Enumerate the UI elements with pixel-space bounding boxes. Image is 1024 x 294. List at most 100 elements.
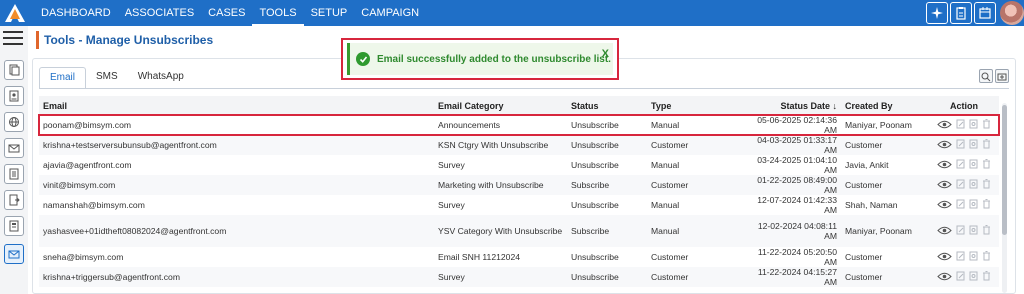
delete-icon[interactable] (982, 251, 991, 263)
view-icon[interactable] (937, 272, 952, 283)
tab-whatsapp[interactable]: WhatsApp (128, 67, 194, 89)
header-type[interactable]: Type (647, 96, 749, 115)
sparkle-icon[interactable] (926, 2, 948, 24)
cell-status: Unsubscribe (571, 120, 619, 130)
nav-cases[interactable]: CASES (201, 0, 252, 26)
table-row[interactable]: namanshah@bimsym.com Survey Unsubscribe Man… (39, 195, 999, 215)
document-icon[interactable] (4, 164, 24, 184)
header-status-date[interactable]: Status Date ↓ (749, 96, 841, 115)
header-created-by[interactable]: Created By (841, 96, 929, 115)
globe-icon[interactable] (4, 112, 24, 132)
history-icon[interactable] (969, 159, 978, 171)
tab-email[interactable]: Email (39, 67, 87, 89)
header-status[interactable]: Status (567, 96, 647, 115)
cell-created-by: Customer (845, 252, 883, 262)
history-icon[interactable] (969, 179, 978, 191)
cell-status-date: 03-24-2025 01:04:10 AM (757, 155, 837, 175)
header-email[interactable]: Email (39, 96, 434, 115)
form-document-icon[interactable] (4, 216, 24, 236)
cell-email-category: Survey (438, 200, 465, 210)
table-row[interactable]: ajavia@agentfront.com Survey Unsubscribe Ma… (39, 155, 999, 175)
documents-icon[interactable] (4, 60, 24, 80)
history-icon[interactable] (969, 139, 978, 151)
delete-icon[interactable] (982, 225, 991, 237)
history-icon[interactable] (969, 251, 978, 263)
mail-icon[interactable] (4, 138, 24, 158)
hamburger-menu-icon[interactable] (3, 31, 23, 47)
channel-tabs: Email SMS WhatsApp (39, 67, 194, 89)
edit-icon[interactable] (956, 179, 965, 191)
add-unsubscribe-icon[interactable] (995, 69, 1009, 83)
view-icon[interactable] (937, 226, 952, 237)
delete-icon[interactable] (982, 139, 991, 151)
cell-status: Unsubscribe (571, 160, 619, 170)
delete-icon[interactable] (982, 159, 991, 171)
history-icon[interactable] (969, 271, 978, 283)
cell-email-category: Survey (434, 267, 567, 287)
tab-divider (39, 88, 1009, 89)
scrollbar-thumb[interactable] (1002, 105, 1007, 235)
cell-created-by: Shah, Naman (845, 200, 898, 210)
cell-status: Unsubscribe (567, 267, 647, 287)
table-row[interactable]: poonam@bimsym.com Announcements Unsubscrib… (38, 114, 1000, 136)
table-row[interactable]: yashasvee+01idtheft08082024@agentfront.c… (39, 215, 999, 247)
app-logo-icon[interactable] (4, 3, 26, 23)
delete-icon[interactable] (982, 271, 991, 283)
header-email-category[interactable]: Email Category (434, 96, 567, 115)
nav-tools[interactable]: TOOLS (252, 0, 304, 26)
edit-icon[interactable] (956, 159, 965, 171)
page-title: Tools - Manage Unsubscribes (44, 33, 214, 47)
content-panel: Email SMS WhatsApp Email Email Category … (32, 58, 1016, 294)
table-row[interactable]: krishna+triggersub@agentfront.com Survey U… (39, 267, 999, 287)
table-scrollbar[interactable] (1002, 103, 1007, 293)
cell-actions (929, 247, 999, 267)
cell-status-date: 12-02-2024 04:08:11 AM (749, 215, 841, 247)
delete-icon[interactable] (982, 199, 991, 211)
clipboard-icon[interactable] (950, 2, 972, 24)
history-icon[interactable] (969, 199, 978, 211)
cell-email: poonam@bimsym.com (43, 120, 132, 130)
history-icon[interactable] (969, 225, 978, 237)
edit-icon[interactable] (956, 251, 965, 263)
view-icon[interactable] (937, 180, 952, 191)
edit-icon[interactable] (956, 225, 965, 237)
table-row[interactable]: vinit@bimsym.com Marketing with Unsubscri… (39, 175, 999, 195)
cell-type: Manual (651, 200, 680, 210)
export-document-icon[interactable] (4, 190, 24, 210)
edit-icon[interactable] (956, 199, 965, 211)
view-icon[interactable] (937, 120, 952, 131)
nav-associates[interactable]: ASSOCIATES (118, 0, 201, 26)
nav-campaign[interactable]: CAMPAIGN (354, 0, 426, 26)
table-row[interactable]: krishna+testserversubunsub@agentfront.co… (39, 135, 999, 155)
view-icon[interactable] (937, 200, 952, 211)
nav-dashboard[interactable]: DASHBOARD (34, 0, 118, 26)
calendar-icon[interactable] (974, 2, 996, 24)
delete-icon[interactable] (982, 179, 991, 191)
cell-type: Customer (651, 252, 689, 262)
delete-icon[interactable] (982, 119, 991, 131)
cell-email-category: Marketing with Unsubscribe (434, 175, 567, 195)
table-row[interactable]: sneha@bimsym.com Email SNH 11212024 Unsubs… (39, 247, 999, 267)
cell-email: krishna+triggersub@agentfront.com (39, 267, 434, 287)
view-icon[interactable] (937, 252, 952, 263)
edit-icon[interactable] (956, 139, 965, 151)
header-action: Action (929, 96, 999, 115)
tab-sms[interactable]: SMS (86, 67, 128, 89)
cell-created-by: Maniyar, Poonam (845, 120, 912, 130)
unsubscribe-mail-icon[interactable] (4, 244, 24, 264)
cell-type: Customer (647, 175, 749, 195)
edit-icon[interactable] (956, 271, 965, 283)
cell-status-date: 12-07-2024 01:42:33 AM (757, 195, 837, 215)
cell-actions (929, 115, 999, 135)
cell-status-date: 04-03-2025 01:33:17 AM (749, 135, 841, 155)
user-avatar[interactable] (1000, 1, 1024, 25)
edit-icon[interactable] (956, 119, 965, 131)
contact-card-icon[interactable] (4, 86, 24, 106)
view-icon[interactable] (937, 160, 952, 171)
check-circle-icon (356, 52, 370, 66)
nav-setup[interactable]: SETUP (304, 0, 355, 26)
search-icon[interactable] (979, 69, 993, 83)
history-icon[interactable] (969, 119, 978, 131)
view-icon[interactable] (937, 140, 952, 151)
toast-close-button[interactable]: X (602, 48, 609, 60)
